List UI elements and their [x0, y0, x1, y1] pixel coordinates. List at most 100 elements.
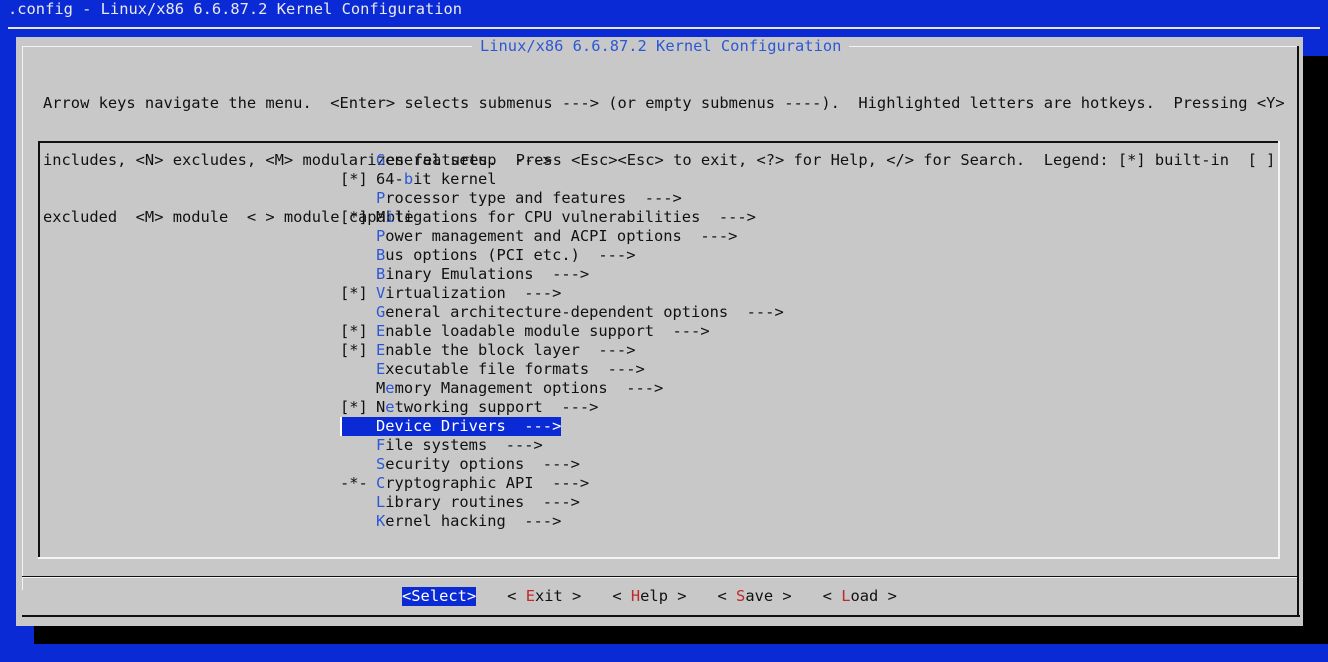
- menu-item[interactable]: [*] Enable the block layer --->: [340, 341, 784, 360]
- menu-item-label: Cryptographic API --->: [376, 474, 589, 492]
- menu-item[interactable]: Device Drivers --->: [340, 417, 784, 436]
- menu-item-label: Enable loadable module support --->: [376, 322, 710, 340]
- menu-item-text: ibrary routines --->: [385, 493, 580, 511]
- menu-item[interactable]: Binary Emulations --->: [340, 265, 784, 284]
- button-bar: <Select> < Exit > < Help > < Save > < Load >: [402, 587, 928, 606]
- menu-item-hotkey: V: [376, 284, 386, 302]
- selection-prefix: [340, 417, 376, 436]
- menu-item-label: Library routines --->: [376, 493, 580, 511]
- menu-item[interactable]: [*] Virtualization --->: [340, 284, 784, 303]
- menu-item-text: ile systems --->: [385, 436, 543, 454]
- menu-item[interactable]: Security options --->: [340, 455, 784, 474]
- menu-item-label: File systems --->: [376, 436, 543, 454]
- dialog-border-left: [22, 46, 23, 590]
- menu-item-text: nable loadable module support --->: [385, 322, 710, 340]
- menu-item-hotkey: e: [385, 379, 395, 397]
- menu-box-border-top: [38, 141, 1278, 143]
- menu-item-label: Binary Emulations --->: [376, 265, 589, 283]
- menu-item-hotkey: L: [376, 493, 386, 511]
- menu-item-text: ernel hacking --->: [385, 512, 562, 530]
- menu-item-text: ecurity options --->: [385, 455, 580, 473]
- menu-item-label: Processor type and features --->: [376, 189, 682, 207]
- load-button[interactable]: < Load >: [823, 587, 897, 606]
- menu-item-label: Virtualization --->: [376, 284, 561, 302]
- menu-item[interactable]: [*] 64-bit kernel: [340, 170, 784, 189]
- menu-item-label: Networking support --->: [376, 398, 598, 416]
- menu-item-hotkey: P: [376, 227, 386, 245]
- terminal-window-title: .config - Linux/x86 6.6.87.2 Kernel Conf…: [8, 0, 463, 18]
- menu-item-text: mory Management options --->: [394, 379, 664, 397]
- menu-box: General setup ---> [*] 64-bit kernel Proces…: [38, 141, 1281, 559]
- menu-item-text: evice Drivers --->: [385, 417, 562, 435]
- select-button[interactable]: <Select>: [402, 587, 477, 606]
- menu-item-hotkey: E: [376, 322, 386, 340]
- menu-item[interactable]: Power management and ACPI options --->: [340, 227, 784, 246]
- exit-button[interactable]: < Exit >: [507, 587, 581, 606]
- button-hotkey: S: [736, 587, 746, 605]
- menu-item-text: tworking support --->: [394, 398, 599, 416]
- menu-item-label: Bus options (PCI etc.) --->: [376, 246, 635, 264]
- menu-list: General setup ---> [*] 64-bit kernel Proces…: [340, 151, 784, 531]
- menu-item-text: M: [376, 208, 386, 226]
- menu-item-hotkey: G: [376, 303, 386, 321]
- menu-item-text: ower management and ACPI options --->: [385, 227, 738, 245]
- menu-item-label: Memory Management options --->: [376, 379, 663, 397]
- menu-item[interactable]: -*- Cryptographic API --->: [340, 474, 784, 493]
- menu-item-state: [*]: [340, 284, 368, 302]
- menu-item[interactable]: Executable file formats --->: [340, 360, 784, 379]
- menu-item-hotkey: S: [376, 455, 386, 473]
- menu-item-hotkey: e: [385, 398, 395, 416]
- menu-box-border-bottom: [38, 557, 1280, 559]
- button-text: ave >: [745, 587, 792, 605]
- save-button[interactable]: < Save >: [718, 587, 792, 606]
- button-text: Select>: [411, 587, 477, 605]
- dialog-title: Linux/x86 6.6.87.2 Kernel Configuration: [472, 37, 850, 56]
- menu-item[interactable]: General setup --->: [340, 151, 784, 170]
- menu-item-hotkey: K: [376, 512, 386, 530]
- help-line-1: Arrow keys navigate the menu. <Enter> se…: [43, 94, 1285, 112]
- button-text: <: [717, 587, 737, 605]
- menu-item-label: Device Drivers --->: [376, 417, 562, 436]
- menu-item-hotkey: E: [376, 341, 386, 359]
- menu-item-label: Executable file formats --->: [376, 360, 645, 378]
- button-text: xit >: [534, 587, 582, 605]
- menu-item[interactable]: [*] Enable loadable module support --->: [340, 322, 784, 341]
- menu-item-text: it kernel: [413, 170, 497, 188]
- menu-item[interactable]: [*] Networking support --->: [340, 398, 784, 417]
- menu-item-hotkey: i: [385, 208, 395, 226]
- title-separator: [8, 27, 1320, 29]
- menu-item[interactable]: Bus options (PCI etc.) --->: [340, 246, 784, 265]
- button-text: oad >: [850, 587, 897, 605]
- help-button[interactable]: < Help >: [612, 587, 686, 606]
- menu-box-border-left: [38, 141, 40, 559]
- menu-item[interactable]: Processor type and features --->: [340, 189, 784, 208]
- menu-item-label: Mitigations for CPU vulnerabilities --->: [376, 208, 756, 226]
- menu-item[interactable]: File systems --->: [340, 436, 784, 455]
- dialog-border-bottom-right: [1297, 577, 1299, 617]
- button-separator: [22, 577, 1298, 578]
- menu-item[interactable]: General architecture-dependent options -…: [340, 303, 784, 322]
- menu-item-text: rocessor type and features --->: [385, 189, 682, 207]
- dialog-border-right: [1297, 46, 1299, 590]
- menu-item-hotkey: E: [376, 360, 386, 378]
- menu-item-text: 64-: [376, 170, 404, 188]
- menu-item[interactable]: Memory Management options --->: [340, 379, 784, 398]
- button-text: <: [507, 587, 526, 605]
- menu-box-border-right: [1278, 141, 1280, 559]
- menu-item-state: -*-: [340, 474, 368, 492]
- button-text: <: [822, 587, 842, 605]
- menu-item-label: Enable the block layer --->: [376, 341, 635, 359]
- kernel-config-dialog: Linux/x86 6.6.87.2 Kernel Configuration …: [16, 37, 1303, 626]
- menu-item-state: [*]: [340, 208, 368, 226]
- menu-item-label: 64-bit kernel: [376, 170, 497, 188]
- menu-item-hotkey: D: [376, 417, 386, 435]
- menu-item-state: [*]: [340, 170, 368, 188]
- menu-item-text: ryptographic API --->: [385, 474, 590, 492]
- menu-item[interactable]: Library routines --->: [340, 493, 784, 512]
- button-hotkey: H: [630, 587, 641, 605]
- menu-item-text: tigations for CPU vulnerabilities --->: [394, 208, 756, 226]
- menu-item-state: [*]: [340, 322, 368, 340]
- menu-item[interactable]: [*] Mitigations for CPU vulnerabilities -…: [340, 208, 784, 227]
- menu-item-hotkey: P: [376, 189, 386, 207]
- menu-item[interactable]: Kernel hacking --->: [340, 512, 784, 531]
